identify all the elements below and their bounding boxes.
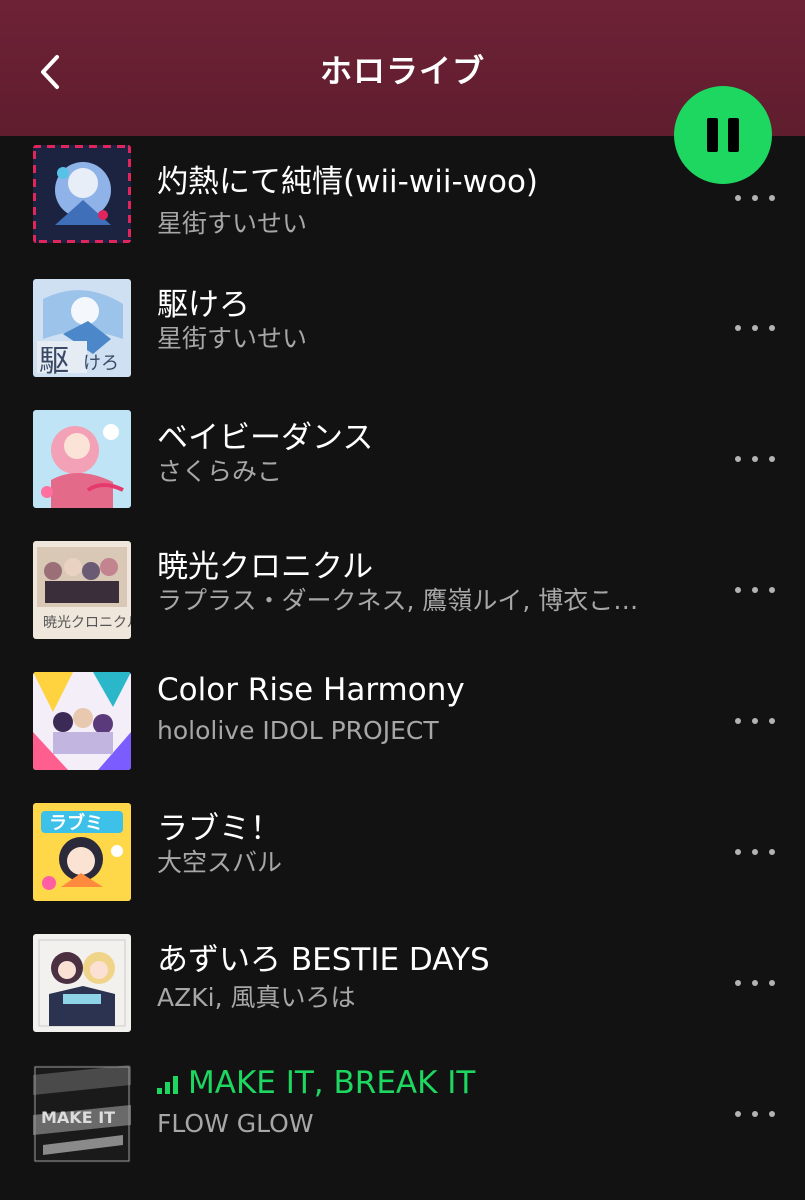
more-icon: [735, 1111, 741, 1117]
track-artist: 星街すいせい: [157, 324, 308, 353]
album-cover: [33, 672, 131, 770]
track-row[interactable]: Color Rise Harmony hololive IDOL PROJECT: [0, 654, 805, 785]
svg-text:駆: 駆: [39, 344, 69, 377]
more-options-button[interactable]: [735, 711, 775, 731]
album-cover: MAKE IT: [33, 1065, 131, 1163]
equalizer-icon: [157, 1076, 178, 1094]
more-icon: [735, 195, 741, 201]
svg-text:MAKE IT: MAKE IT: [41, 1108, 115, 1127]
track-artist: hololive IDOL PROJECT: [157, 716, 439, 745]
more-options-button[interactable]: [735, 318, 775, 338]
album-cover: 暁光クロニクル: [33, 541, 131, 639]
more-icon: [735, 456, 741, 462]
track-title: 灼熱にて純情(wii-wii-woo): [157, 164, 539, 200]
track-title: Color Rise Harmony: [157, 672, 465, 708]
album-cover: [33, 410, 131, 508]
track-title: 暁光クロニクル: [157, 549, 374, 585]
track-row-now-playing[interactable]: MAKE IT MAKE IT, BREAK IT FLOW GLOW: [0, 1047, 805, 1178]
pause-button[interactable]: [674, 86, 772, 184]
track-title: あずいろ BESTIE DAYS: [157, 942, 490, 978]
track-artist: ラプラス・ダークネス, 鷹嶺ルイ, 博衣こ…: [157, 586, 639, 615]
more-options-button[interactable]: [735, 842, 775, 862]
album-cover: [33, 145, 131, 243]
track-row[interactable]: 駆 けろ 駆けろ 星街すいせい: [0, 261, 805, 392]
more-icon: [735, 849, 741, 855]
svg-text:けろ: けろ: [83, 353, 119, 374]
album-cover: 駆 けろ: [33, 279, 131, 377]
more-options-button[interactable]: [735, 188, 775, 208]
track-list: 灼熱にて純情(wii-wii-woo) 星街すいせい 駆 けろ 駆けろ 星街すい…: [0, 136, 805, 1178]
more-icon: [735, 587, 741, 593]
page-title: ホロライブ: [319, 52, 485, 90]
track-row[interactable]: 暁光クロニクル 暁光クロニクル ラプラス・ダークネス, 鷹嶺ルイ, 博衣こ…: [0, 523, 805, 654]
track-row[interactable]: ラブミ ラブミ！ 大空スバル: [0, 785, 805, 916]
more-options-button[interactable]: [735, 449, 775, 469]
track-artist: AZKi, 風真いろは: [157, 983, 356, 1012]
more-options-button[interactable]: [735, 973, 775, 993]
track-row[interactable]: あずいろ BESTIE DAYS AZKi, 風真いろは: [0, 916, 805, 1047]
more-icon: [735, 718, 741, 724]
more-icon: [735, 325, 741, 331]
track-title: ベイビーダンス: [157, 420, 374, 456]
svg-text:ラブミ: ラブミ: [49, 812, 103, 834]
track-artist: さくらみこ: [157, 457, 283, 486]
more-options-button[interactable]: [735, 580, 775, 600]
pause-icon: [707, 118, 718, 152]
svg-text:暁光クロニクル: 暁光クロニクル: [43, 615, 131, 631]
album-cover: ラブミ: [33, 803, 131, 901]
more-options-button[interactable]: [735, 1104, 775, 1124]
track-title: MAKE IT, BREAK IT: [157, 1065, 475, 1101]
more-icon: [735, 980, 741, 986]
track-artist: 星街すいせい: [157, 209, 308, 238]
track-artist: 大空スバル: [157, 848, 283, 877]
track-title: ラブミ！: [157, 811, 281, 847]
track-title: 駆けろ: [157, 287, 250, 323]
album-cover: [33, 934, 131, 1032]
track-row[interactable]: ベイビーダンス さくらみこ: [0, 392, 805, 523]
track-artist: FLOW GLOW: [157, 1109, 314, 1138]
